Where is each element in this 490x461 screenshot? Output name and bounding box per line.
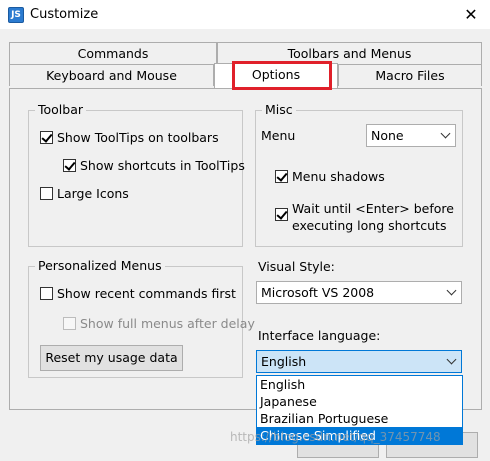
interface-language-label: Interface language:: [258, 328, 381, 343]
language-option-english[interactable]: English: [257, 376, 462, 393]
tab-toolbars-and-menus[interactable]: Toolbars and Menus: [217, 42, 482, 64]
visual-style-select[interactable]: Microsoft VS 2008: [256, 281, 462, 304]
personalized-menus-title: Personalized Menus: [35, 258, 165, 274]
show-tooltips-label: Show ToolTips on toolbars: [57, 130, 219, 145]
wait-enter-checkbox[interactable]: Wait until <Enter> before executing long…: [275, 200, 457, 234]
large-icons-checkbox[interactable]: Large Icons: [40, 186, 129, 201]
show-full-menus-label: Show full menus after delay: [80, 316, 255, 331]
tab-commands[interactable]: Commands: [9, 42, 217, 64]
checkbox-disabled-icon: [63, 317, 76, 330]
checkbox-unchecked-icon: [40, 287, 53, 300]
chevron-down-icon: [446, 285, 457, 296]
reset-usage-data-button[interactable]: Reset my usage data: [40, 345, 183, 371]
show-tooltips-checkbox[interactable]: Show ToolTips on toolbars: [40, 130, 219, 145]
checkbox-checked-icon: [40, 131, 53, 144]
show-recent-commands-checkbox[interactable]: Show recent commands first: [40, 286, 236, 301]
language-option-brazilian-portuguese[interactable]: Brazilian Portuguese: [257, 410, 462, 427]
tab-macro-files[interactable]: Macro Files: [338, 64, 482, 86]
checkbox-checked-icon: [275, 170, 288, 183]
title-bar: JS Customize ✕: [0, 0, 490, 30]
show-full-menus-checkbox[interactable]: Show full menus after delay: [63, 316, 255, 331]
window-title: Customize: [30, 7, 99, 22]
show-shortcuts-label: Show shortcuts in ToolTips: [80, 158, 245, 173]
visual-style-label: Visual Style:: [258, 259, 335, 274]
chevron-down-icon: [440, 128, 451, 139]
misc-group-title: Misc: [262, 102, 296, 118]
menu-label: Menu: [261, 128, 296, 143]
checkbox-checked-icon: [275, 208, 288, 221]
close-icon[interactable]: ✕: [460, 4, 482, 26]
checkbox-checked-icon: [63, 159, 76, 172]
tab-keyboard-and-mouse[interactable]: Keyboard and Mouse: [9, 64, 214, 86]
show-recent-label: Show recent commands first: [57, 286, 236, 301]
wait-enter-label: Wait until <Enter> before executing long…: [292, 201, 454, 233]
interface-language-value: English: [261, 354, 307, 369]
chevron-down-icon: [446, 354, 457, 365]
language-option-japanese[interactable]: Japanese: [257, 393, 462, 410]
checkbox-unchecked-icon: [40, 187, 53, 200]
large-icons-label: Large Icons: [57, 186, 129, 201]
menu-shadows-label: Menu shadows: [292, 169, 385, 184]
menu-animation-select[interactable]: None: [366, 124, 456, 147]
menu-shadows-checkbox[interactable]: Menu shadows: [275, 169, 385, 184]
visual-style-value: Microsoft VS 2008: [261, 285, 375, 300]
tab-options[interactable]: Options: [214, 63, 338, 88]
interface-language-select[interactable]: English: [256, 350, 462, 373]
menu-select-value: None: [371, 128, 404, 143]
show-shortcuts-checkbox[interactable]: Show shortcuts in ToolTips: [63, 158, 245, 173]
app-icon: JS: [8, 7, 24, 23]
watermark-text: https://blog.csdn.net/qq_37457748: [230, 430, 441, 444]
toolbar-group-title: Toolbar: [35, 102, 87, 118]
